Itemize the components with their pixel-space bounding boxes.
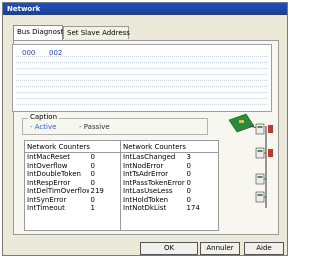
counter-name: IntSynError bbox=[27, 195, 67, 204]
pc-card-icon bbox=[228, 113, 255, 133]
counter-name: IntDoubleToken bbox=[27, 170, 81, 179]
table-row: IntMacReset 0 bbox=[25, 153, 121, 162]
table-row: IntHoldToken 0 bbox=[121, 196, 219, 205]
counter-value: 0 bbox=[90, 178, 95, 187]
table-row: IntOverflow 0 bbox=[25, 162, 121, 171]
legend-active: - Active bbox=[30, 123, 57, 131]
counter-name: IntRespError bbox=[27, 178, 71, 187]
table-row: IntRespError 0 bbox=[25, 179, 121, 188]
table-row: IntLasUseLess 0 bbox=[121, 187, 219, 196]
counter-value: 0 bbox=[90, 195, 95, 204]
table-row-empty bbox=[25, 213, 121, 222]
counter-value: 174 bbox=[186, 204, 200, 213]
slave-device-icon bbox=[255, 147, 273, 159]
table-row: IntLasChanged 3 bbox=[121, 153, 219, 162]
table-row: IntSynError 0 bbox=[25, 196, 121, 205]
counter-name: IntOverflow bbox=[27, 161, 68, 170]
counter-value: 0 bbox=[90, 170, 95, 179]
network-topology-illustration bbox=[228, 113, 273, 208]
counter-name: IntTsAdrError bbox=[123, 170, 169, 179]
slave-device-icon bbox=[255, 173, 266, 185]
slave-device-icon bbox=[255, 191, 266, 203]
counter-value: 0 bbox=[186, 161, 191, 170]
bus-node-address[interactable]: 002 bbox=[49, 49, 62, 57]
counter-name: IntHoldToken bbox=[123, 195, 169, 204]
counter-value: 3 bbox=[186, 153, 191, 162]
tab-bus-diagnostic[interactable]: Bus Diagnostic bbox=[13, 25, 69, 40]
counter-value: 0 bbox=[186, 170, 191, 179]
table-header: Network Counters bbox=[120, 140, 219, 153]
cancel-button[interactable]: Annuler bbox=[200, 242, 240, 255]
table-row-empty bbox=[121, 213, 219, 222]
counter-name: IntLasUseLess bbox=[123, 187, 173, 196]
table-row: IntTimeout 1 bbox=[25, 204, 121, 213]
table-row: IntDoubleToken 0 bbox=[25, 170, 121, 179]
table-header: Network Counters bbox=[24, 140, 121, 153]
counter-name: IntNotDkList bbox=[123, 204, 167, 213]
help-button[interactable]: Aide bbox=[244, 242, 284, 255]
table-row-empty bbox=[121, 221, 219, 230]
counter-value: 0 bbox=[186, 195, 191, 204]
table-row: IntNotDkList 174 bbox=[121, 204, 219, 213]
counter-value: 219 bbox=[90, 187, 104, 196]
counter-value: 0 bbox=[186, 187, 191, 196]
bus-node-address[interactable]: 000 bbox=[22, 49, 35, 57]
counter-value: 0 bbox=[90, 161, 95, 170]
window-title: Network bbox=[3, 3, 287, 15]
slave-device-icon bbox=[255, 123, 273, 135]
counter-name: IntTimeout bbox=[27, 204, 65, 213]
network-counters-table-left: Network Counters IntMacReset 0 IntOverflo… bbox=[24, 140, 122, 231]
table-row: IntTsAdrError 0 bbox=[121, 170, 219, 179]
network-counters-table-right: Network Counters IntLasChanged 3 IntNodEr… bbox=[120, 140, 220, 231]
counter-name: IntNodError bbox=[123, 161, 164, 170]
caption-title: Caption bbox=[28, 113, 60, 121]
caption-legend: Caption - Active - Passive bbox=[22, 113, 208, 135]
table-row: IntDelTimOverflow 219 bbox=[25, 187, 121, 196]
table-row: IntNodError 0 bbox=[121, 162, 219, 171]
counter-name: IntMacReset bbox=[27, 153, 70, 162]
table-row-empty bbox=[25, 221, 121, 230]
tab-set-slave-address[interactable]: Set Slave Address bbox=[63, 26, 130, 39]
counter-name: IntDelTimOverflow bbox=[27, 187, 89, 196]
counter-name: IntLasChanged bbox=[123, 153, 176, 162]
table-row: IntPassTokenError 0 bbox=[121, 179, 219, 188]
counter-value: 0 bbox=[186, 178, 191, 187]
bus-display: 000 002 bbox=[12, 44, 272, 112]
counter-value: 0 bbox=[90, 153, 95, 162]
legend-passive: - Passive bbox=[79, 123, 110, 131]
counter-value: 1 bbox=[90, 204, 95, 213]
counter-name: IntPassTokenError bbox=[123, 178, 185, 187]
ok-button[interactable]: OK bbox=[140, 242, 198, 255]
